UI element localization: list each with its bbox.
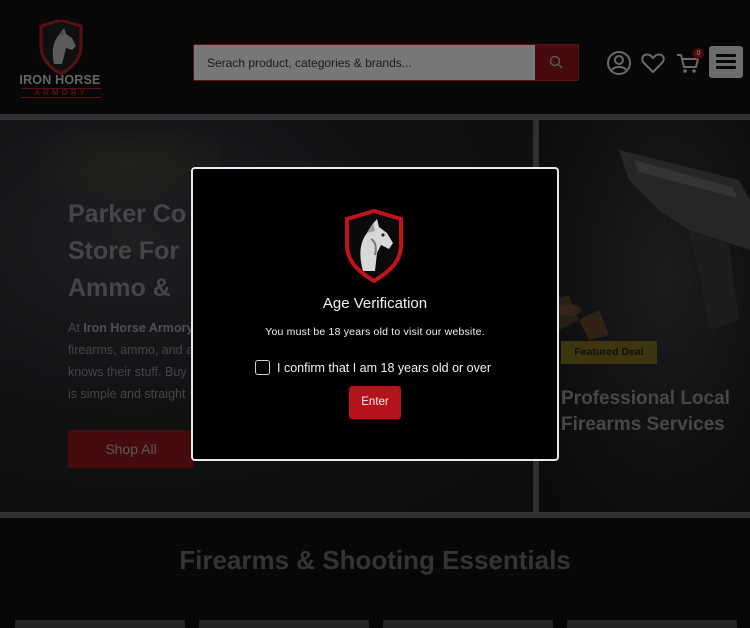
modal-subtitle: You must be 18 years old to visit our we… xyxy=(265,326,485,338)
age-confirm-row[interactable]: I confirm that I am 18 years old or over xyxy=(255,360,515,378)
enter-button[interactable]: Enter xyxy=(349,386,401,419)
modal-title: Age Verification xyxy=(322,295,428,312)
horse-shield-logo-icon xyxy=(345,209,403,283)
age-verification-modal: Age Verification You must be 18 years ol… xyxy=(191,167,559,461)
age-confirm-checkbox[interactable] xyxy=(255,360,270,375)
page: IRON HORSE ARMORY 0 xyxy=(0,0,750,628)
age-confirm-label[interactable]: I confirm that I am 18 years old or over xyxy=(277,360,491,376)
